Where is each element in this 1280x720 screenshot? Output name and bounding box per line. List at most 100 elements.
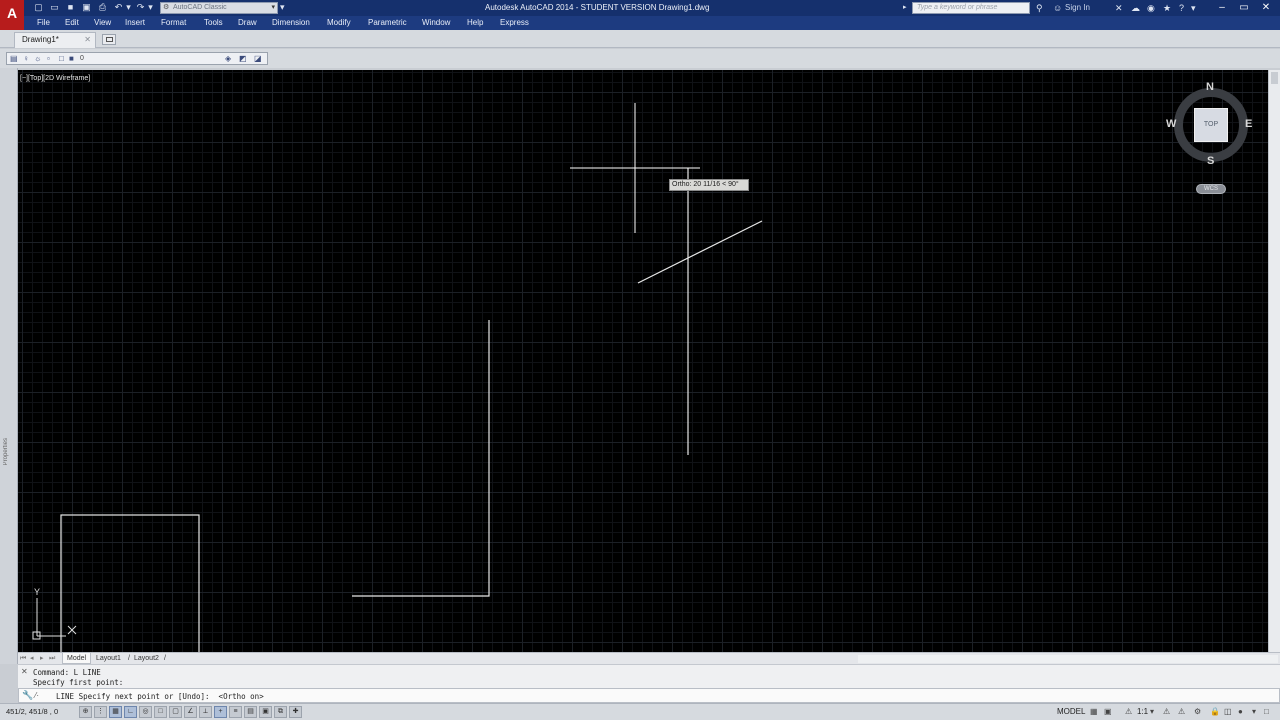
compass-south[interactable]: S bbox=[1207, 155, 1214, 167]
search-input[interactable]: Type a keyword or phrase bbox=[912, 2, 1030, 14]
wcs-menu-button[interactable]: WCS bbox=[1196, 184, 1226, 194]
command-input[interactable]: 🔧 ⁄· LINE Specify next point or [Undo]: … bbox=[18, 688, 1280, 703]
auto-scale-icon[interactable]: ⚠ bbox=[1178, 707, 1185, 716]
viewcube[interactable]: TOP N S E W bbox=[1166, 81, 1252, 167]
menu-draw[interactable]: Draw bbox=[238, 18, 257, 27]
vertical-scrollbar[interactable] bbox=[1268, 70, 1280, 652]
layer-previous-icon[interactable]: ◩ bbox=[239, 53, 247, 64]
tab-label: Drawing1* bbox=[22, 35, 59, 44]
annotation-monitor-button[interactable]: ✚ bbox=[289, 706, 302, 718]
new-icon[interactable]: ▢ bbox=[33, 2, 44, 13]
annotation-scale-icon[interactable]: ⚠ bbox=[1125, 707, 1132, 716]
properties-palette-strip[interactable]: Properties bbox=[0, 68, 18, 664]
help-icon[interactable]: ? bbox=[1179, 2, 1184, 14]
quick-properties-button[interactable]: ▣ bbox=[259, 706, 272, 718]
menu-edit[interactable]: Edit bbox=[65, 18, 79, 27]
minimize-button[interactable]: – bbox=[1214, 1, 1230, 14]
menu-format[interactable]: Format bbox=[161, 18, 186, 27]
compass-north[interactable]: N bbox=[1206, 81, 1214, 93]
wrench-icon[interactable]: 🔧 bbox=[22, 690, 33, 701]
hardware-acceleration-icon[interactable]: ◫ bbox=[1224, 707, 1232, 716]
tab-layout1[interactable]: Layout1 bbox=[96, 653, 121, 664]
dynamic-input-button[interactable]: + bbox=[214, 706, 227, 718]
viewcube-top-face[interactable]: TOP bbox=[1194, 108, 1228, 142]
workspace-switching-icon[interactable]: ⚙ bbox=[1194, 707, 1201, 716]
object-snap-tracking-button[interactable]: ∠ bbox=[184, 706, 197, 718]
close-icon[interactable]: ✕ bbox=[84, 33, 91, 47]
menu-parametric[interactable]: Parametric bbox=[368, 18, 407, 27]
make-current-icon[interactable]: ◈ bbox=[225, 53, 231, 64]
transparency-button[interactable]: ▤ bbox=[244, 706, 257, 718]
tab-layout2[interactable]: Layout2 bbox=[134, 653, 159, 664]
compass-west[interactable]: W bbox=[1166, 118, 1176, 130]
undo-dropdown-icon[interactable]: ▾ bbox=[123, 2, 134, 13]
layer-dropdown[interactable]: ▤ ♀ ☼ ▫ □ ■ 0 ◈ ◩ ◪ bbox=[6, 52, 268, 65]
lineweight-button[interactable]: ≡ bbox=[229, 706, 242, 718]
menu-dimension[interactable]: Dimension bbox=[272, 18, 310, 27]
selection-cycling-button[interactable]: ⧉ bbox=[274, 706, 287, 718]
polar-tracking-button[interactable]: ◎ bbox=[139, 706, 152, 718]
status-bar-menu-icon[interactable]: ▾ bbox=[1252, 707, 1256, 716]
tab-drawing1[interactable]: Drawing1* ✕ bbox=[14, 32, 96, 48]
menu-tools[interactable]: Tools bbox=[204, 18, 223, 27]
scrollbar-thumb[interactable] bbox=[1271, 72, 1278, 84]
infer-constraints-button[interactable]: ⊕ bbox=[79, 706, 92, 718]
save-as-icon[interactable]: ▣ bbox=[81, 2, 92, 13]
allow-dynamic-ucs-button[interactable]: ⟂ bbox=[199, 706, 212, 718]
compass-east[interactable]: E bbox=[1245, 118, 1252, 130]
last-tab-icon[interactable]: ⏭ bbox=[49, 653, 55, 664]
snap-mode-button[interactable]: ⋮ bbox=[94, 706, 107, 718]
print-icon[interactable]: ⎙ bbox=[97, 2, 108, 13]
help-dropdown-icon[interactable]: ▾ bbox=[1191, 2, 1196, 14]
menu-insert[interactable]: Insert bbox=[125, 18, 145, 27]
chevron-down-icon[interactable]: ▾ bbox=[1150, 707, 1154, 716]
open-icon[interactable]: ▭ bbox=[49, 2, 60, 13]
search-expand-icon[interactable]: ▸ bbox=[903, 3, 907, 11]
menu-modify[interactable]: Modify bbox=[327, 18, 351, 27]
command-prompt-icon: ⁄· bbox=[35, 691, 39, 700]
save-icon[interactable]: ■ bbox=[65, 2, 76, 13]
annotation-scale-value[interactable]: 1:1 bbox=[1137, 707, 1148, 716]
horizontal-scrollbar[interactable] bbox=[858, 655, 1278, 663]
gear-icon: ⚙ bbox=[163, 4, 170, 11]
annotation-visibility-icon[interactable]: ⚠ bbox=[1163, 707, 1170, 716]
menu-view[interactable]: View bbox=[94, 18, 111, 27]
quick-view-drawings-icon[interactable]: ▣ bbox=[1104, 707, 1112, 716]
menu-window[interactable]: Window bbox=[422, 18, 450, 27]
stay-connected-icon[interactable]: ☁ bbox=[1131, 2, 1140, 14]
ortho-mode-button[interactable]: ∟ bbox=[124, 706, 137, 718]
sign-in-link[interactable]: Sign In bbox=[1065, 3, 1090, 12]
model-space-toggle[interactable]: MODEL bbox=[1057, 707, 1085, 716]
tab-model[interactable]: Model bbox=[62, 653, 92, 664]
close-icon[interactable]: ✕ bbox=[21, 667, 28, 676]
quick-view-layouts-icon[interactable]: ▦ bbox=[1090, 707, 1098, 716]
redo-dropdown-icon[interactable]: ▾ bbox=[145, 2, 156, 13]
clean-screen-icon[interactable]: □ bbox=[1264, 707, 1269, 716]
first-tab-icon[interactable]: ⏮ bbox=[20, 653, 26, 664]
workspace-dropdown[interactable]: ⚙ AutoCAD Classic ▾ bbox=[160, 2, 278, 14]
prev-tab-icon[interactable]: ◂ bbox=[30, 653, 34, 664]
object-snap-button[interactable]: □ bbox=[154, 706, 167, 718]
application-menu-button[interactable]: A bbox=[0, 0, 24, 30]
lock-icon[interactable]: 🔒 bbox=[1210, 707, 1220, 716]
user-icon[interactable]: ☺ bbox=[1053, 2, 1062, 14]
new-drawing-tab-button[interactable] bbox=[102, 34, 116, 45]
exchange-icon[interactable]: ✕ bbox=[1115, 2, 1123, 14]
isolate-objects-icon[interactable]: ● bbox=[1238, 707, 1243, 716]
communication-icon[interactable]: ◉ bbox=[1147, 2, 1155, 14]
menu-bar: File Edit View Insert Format Tools Draw … bbox=[24, 16, 1280, 30]
drawing-area[interactable]: [−][Top][2D Wireframe] Ortho: 20 11/16 <… bbox=[18, 70, 1268, 652]
menu-file[interactable]: File bbox=[37, 18, 50, 27]
binoculars-icon[interactable]: ⚲ bbox=[1036, 2, 1043, 14]
maximize-button[interactable]: ▭ bbox=[1236, 1, 1252, 14]
star-icon[interactable]: ★ bbox=[1163, 2, 1171, 14]
layer-state-icon[interactable]: ◪ bbox=[254, 53, 262, 64]
menu-help[interactable]: Help bbox=[467, 18, 483, 27]
coordinate-readout[interactable]: 451/2, 451/8 , 0 bbox=[6, 707, 58, 716]
3d-object-snap-button[interactable]: ▢ bbox=[169, 706, 182, 718]
grid-display-button[interactable]: ▦ bbox=[109, 706, 122, 718]
menu-express[interactable]: Express bbox=[500, 18, 529, 27]
close-button[interactable]: ✕ bbox=[1258, 1, 1274, 14]
next-tab-icon[interactable]: ▸ bbox=[40, 653, 44, 664]
customize-arrow-icon[interactable]: ▾ bbox=[280, 2, 285, 13]
